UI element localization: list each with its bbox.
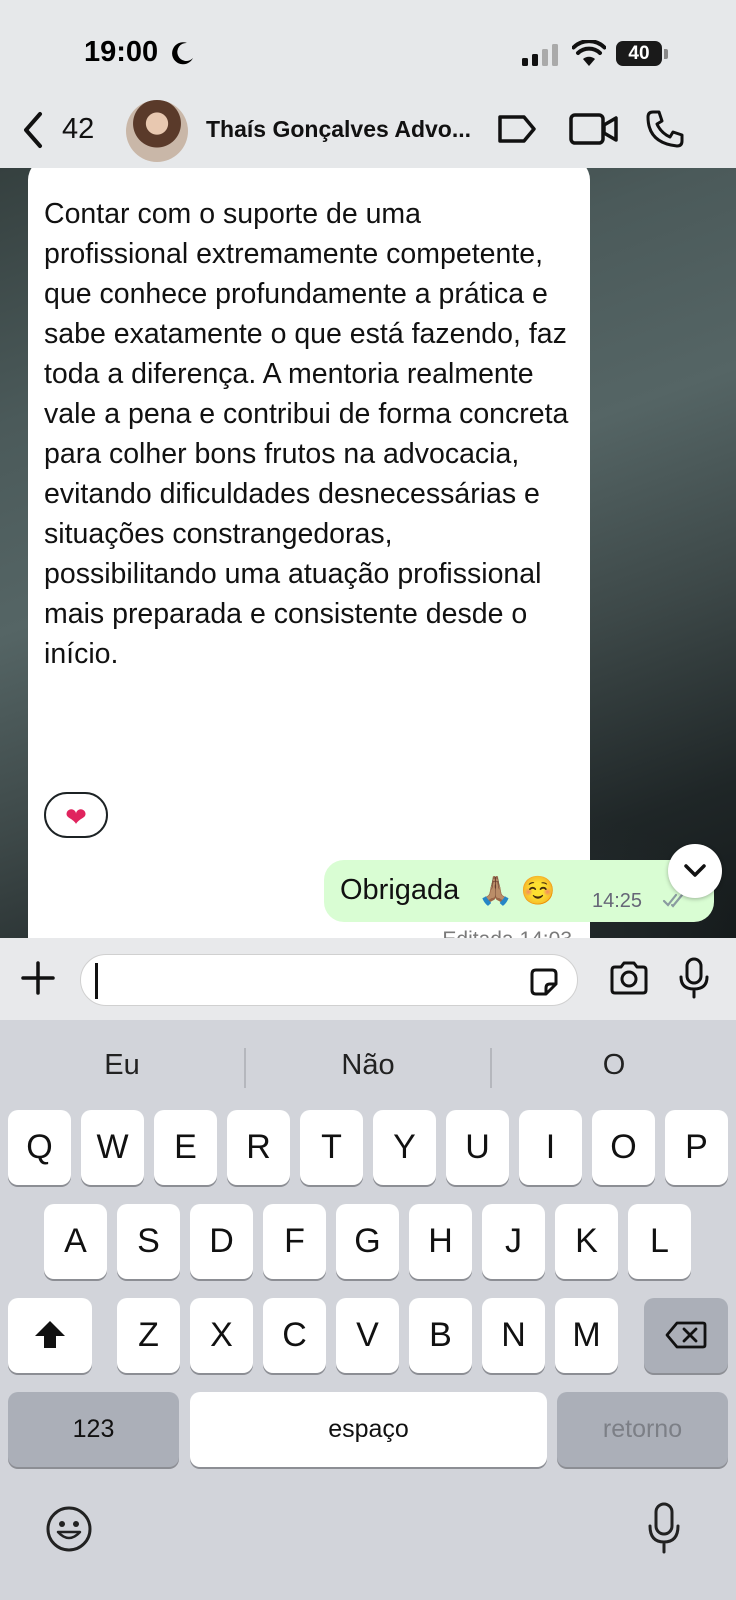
suggestion-2[interactable]: Não xyxy=(246,1040,490,1090)
key-o[interactable]: O xyxy=(592,1110,655,1185)
battery-level: 40 xyxy=(628,43,650,64)
message-input[interactable] xyxy=(95,963,495,999)
key-w[interactable]: W xyxy=(81,1110,144,1185)
key-x[interactable]: X xyxy=(190,1298,253,1373)
space-key[interactable]: espaço xyxy=(190,1392,547,1467)
key-r[interactable]: R xyxy=(227,1110,290,1185)
key-s[interactable]: S xyxy=(117,1204,180,1279)
key-i[interactable]: I xyxy=(519,1110,582,1185)
battery-cap xyxy=(664,49,668,59)
key-n[interactable]: N xyxy=(482,1298,545,1373)
heart-icon: ❤ xyxy=(65,802,87,832)
status-bar: 19:00 40 xyxy=(0,0,736,102)
mic-icon[interactable] xyxy=(676,956,712,1000)
key-j[interactable]: J xyxy=(482,1204,545,1279)
chevron-down-icon xyxy=(684,864,706,877)
outgoing-message-time: 14:25 xyxy=(592,890,643,912)
key-t[interactable]: T xyxy=(300,1110,363,1185)
delete-key[interactable] xyxy=(644,1298,728,1373)
text-caret xyxy=(95,963,98,999)
sticker-icon[interactable] xyxy=(527,965,561,999)
shift-key[interactable] xyxy=(8,1298,92,1373)
emoji-icon[interactable] xyxy=(44,1504,94,1554)
key-g[interactable]: G xyxy=(336,1204,399,1279)
status-time: 19:00 xyxy=(84,36,159,68)
key-f[interactable]: F xyxy=(263,1204,326,1279)
key-m[interactable]: M xyxy=(555,1298,618,1373)
key-c[interactable]: C xyxy=(263,1298,326,1373)
key-v[interactable]: V xyxy=(336,1298,399,1373)
key-a[interactable]: A xyxy=(44,1204,107,1279)
message-composer xyxy=(0,938,736,1020)
chat-header: 42 Thaís Gonçalves Advo... xyxy=(0,96,736,168)
contact-name[interactable]: Thaís Gonçalves Advo... xyxy=(206,116,476,143)
suggestion-1[interactable]: Eu xyxy=(0,1040,244,1090)
chat-area[interactable]: Contar com o suporte de uma profissional… xyxy=(0,168,736,938)
phone-icon[interactable] xyxy=(644,108,686,150)
back-icon[interactable] xyxy=(18,110,48,150)
outgoing-message[interactable]: Obrigada 🙏🏽 ☺️ 14:25 xyxy=(324,860,714,922)
avatar[interactable] xyxy=(126,100,188,162)
dictation-icon[interactable] xyxy=(646,1500,682,1556)
key-e[interactable]: E xyxy=(154,1110,217,1185)
incoming-message-meta: Editada 14:03 xyxy=(442,928,572,938)
outgoing-message-emoji: 🙏🏽 ☺️ xyxy=(478,875,556,906)
suggestion-bar: Eu Não O xyxy=(0,1040,736,1090)
delete-icon xyxy=(665,1321,707,1349)
key-h[interactable]: H xyxy=(409,1204,472,1279)
key-l[interactable]: L xyxy=(628,1204,691,1279)
message-input-wrapper[interactable] xyxy=(80,954,578,1006)
scroll-to-bottom-button[interactable] xyxy=(668,844,722,898)
battery-indicator: 40 xyxy=(616,41,662,66)
key-k[interactable]: K xyxy=(555,1204,618,1279)
plus-icon[interactable] xyxy=(20,960,56,996)
incoming-message[interactable]: Contar com o suporte de uma profissional… xyxy=(28,168,590,938)
return-key[interactable]: retorno xyxy=(557,1392,728,1467)
moon-icon xyxy=(172,42,193,65)
numbers-key[interactable]: 123 xyxy=(8,1392,179,1467)
key-u[interactable]: U xyxy=(446,1110,509,1185)
wifi-icon xyxy=(572,40,606,66)
key-q[interactable]: Q xyxy=(8,1110,71,1185)
suggestion-3[interactable]: O xyxy=(492,1040,736,1090)
label-icon[interactable] xyxy=(496,112,538,146)
signal-icon xyxy=(522,44,558,66)
incoming-message-text: Contar com o suporte de uma profissional… xyxy=(44,198,569,670)
video-call-icon[interactable] xyxy=(568,110,620,148)
key-b[interactable]: B xyxy=(409,1298,472,1373)
unread-count[interactable]: 42 xyxy=(62,113,94,146)
keyboard: Eu Não O Q W E R T Y U I O P A S D F G H… xyxy=(0,1020,736,1600)
heart-reaction[interactable]: ❤ xyxy=(44,792,108,838)
key-p[interactable]: P xyxy=(665,1110,728,1185)
key-d[interactable]: D xyxy=(190,1204,253,1279)
key-z[interactable]: Z xyxy=(117,1298,180,1373)
outgoing-message-text: Obrigada xyxy=(340,874,460,906)
key-y[interactable]: Y xyxy=(373,1110,436,1185)
shift-icon xyxy=(35,1321,65,1348)
camera-icon[interactable] xyxy=(608,960,650,996)
